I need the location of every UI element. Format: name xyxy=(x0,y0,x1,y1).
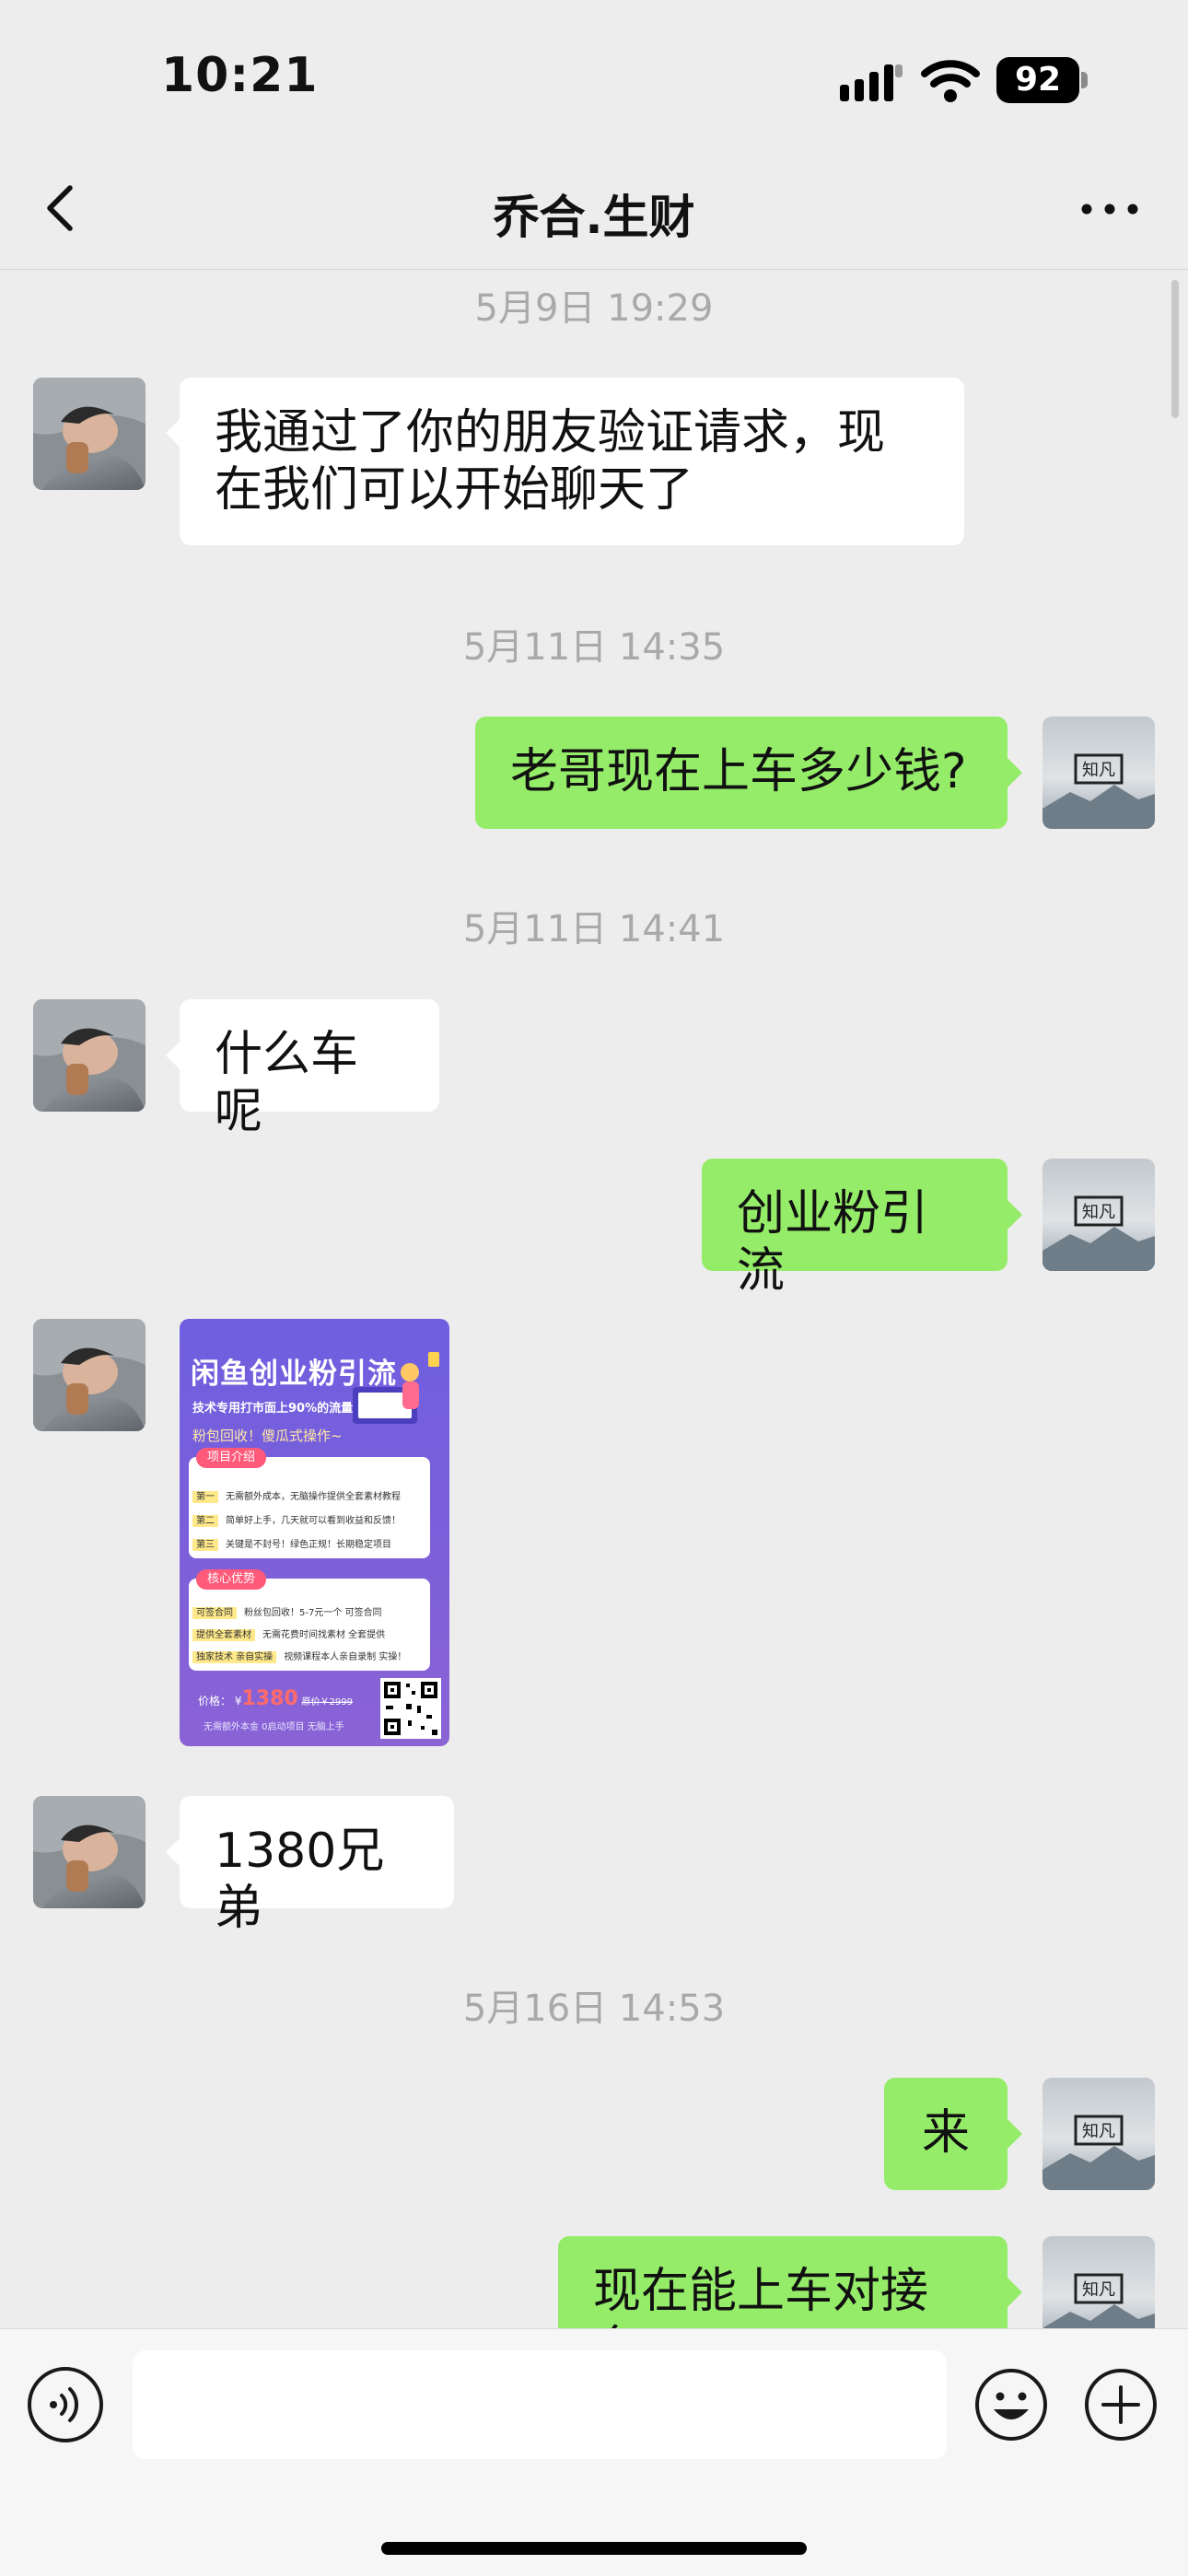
contact-avatar[interactable] xyxy=(33,1319,146,1431)
timestamp: 5月11日 14:35 xyxy=(462,626,726,669)
message-bubble-incoming[interactable]: 我通过了你的朋友验证请求，现在我们可以开始聊天了 xyxy=(180,378,964,545)
message-input[interactable] xyxy=(133,2350,947,2459)
timestamp: 5月9日 19:29 xyxy=(474,287,714,330)
contact-avatar[interactable] xyxy=(33,1796,146,1908)
poster-row: 第二 简单好上手，几天就可以看到收益和反馈！ xyxy=(192,1512,401,1527)
self-avatar[interactable]: 知凡 xyxy=(1042,717,1155,829)
svg-text:知凡: 知凡 xyxy=(1082,761,1115,780)
timestamp: 5月11日 14:41 xyxy=(462,908,726,950)
message-bubble-outgoing[interactable]: 老哥现在上车多少钱? xyxy=(475,717,1007,829)
poster-section-tag: 项目介绍 xyxy=(196,1448,267,1468)
contact-avatar[interactable] xyxy=(33,999,146,1112)
poster-row: 提供全套素材 无需花费时间找素材 全套提供 xyxy=(192,1626,385,1641)
poster-row: 第一 无需额外成本，无脑操作提供全套素材教程 xyxy=(192,1488,401,1503)
chat-title: 乔合.生财 xyxy=(493,191,695,244)
cellular-signal-icon xyxy=(840,64,903,101)
message-bubble-incoming[interactable]: 什么车呢 xyxy=(180,999,439,1139)
timestamp: 5月16日 14:53 xyxy=(462,1987,726,2030)
poster-price: 价格： ¥1380 原价￥2999 xyxy=(198,1687,353,1710)
image-message[interactable]: 闲鱼创业粉引流 技术专用打市面上90%的流量回收课程 粉包回收！傻瓜式操作~ 项… xyxy=(180,1319,449,1746)
qr-code-icon xyxy=(380,1678,441,1739)
add-more-icon[interactable] xyxy=(1083,2367,1159,2442)
svg-text:知凡: 知凡 xyxy=(1082,1203,1115,1222)
svg-text:知凡: 知凡 xyxy=(1082,2122,1115,2141)
contact-avatar[interactable] xyxy=(33,378,146,490)
self-avatar[interactable]: 知凡 xyxy=(1042,2078,1155,2190)
more-options-icon[interactable] xyxy=(1077,195,1142,223)
poster-row: 独家技术 亲自实操 视频课程本人亲自录制 实操！ xyxy=(192,1649,406,1663)
poster-row: 可签合同 粉丝包回收！5-7元一个 可签合同 xyxy=(192,1604,382,1619)
poster-footer: 无需额外本金 0启动项目 无脑上手 xyxy=(204,1722,344,1732)
wifi-icon xyxy=(921,60,980,102)
status-time: 10:21 xyxy=(161,48,319,103)
poster-tagline: 粉包回收！傻瓜式操作~ xyxy=(192,1428,343,1444)
self-avatar[interactable]: 知凡 xyxy=(1042,1159,1155,1271)
home-indicator[interactable] xyxy=(381,2542,807,2555)
battery-level: 92 xyxy=(1014,61,1062,99)
voice-icon xyxy=(50,2387,79,2422)
voice-input-button[interactable] xyxy=(28,2367,103,2442)
poster-illustration xyxy=(353,1352,439,1424)
svg-text:知凡: 知凡 xyxy=(1082,2280,1115,2300)
message-bubble-outgoing[interactable]: 创业粉引流 xyxy=(702,1159,1007,1299)
message-bubble-outgoing[interactable]: 来 xyxy=(884,2078,1007,2190)
emoji-icon[interactable] xyxy=(973,2367,1049,2442)
message-bubble-incoming[interactable]: 1380兄弟 xyxy=(180,1796,454,1936)
poster-row: 第三 关键是不封号！绿色正规！长期稳定项目 xyxy=(192,1536,391,1551)
poster-section-tag: 核心优势 xyxy=(196,1569,267,1590)
battery-icon: 92 xyxy=(996,57,1089,103)
